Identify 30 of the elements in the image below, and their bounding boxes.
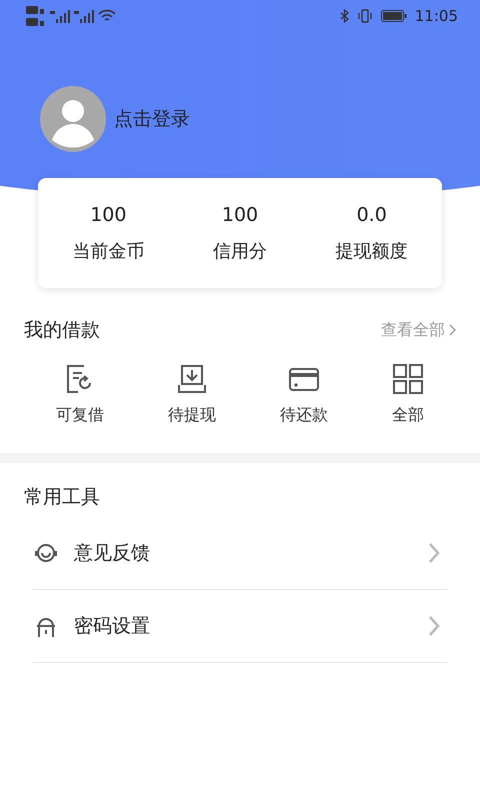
headset-icon — [34, 541, 58, 565]
loan-category[interactable]: 全部 — [360, 362, 456, 446]
wifi-icon — [98, 9, 116, 23]
chevron-icon — [449, 324, 456, 336]
grid-icon — [392, 362, 424, 394]
vibrate-icon — [356, 9, 373, 23]
chevron-icon — [428, 542, 440, 564]
section-title: 我的借款 — [24, 318, 100, 343]
stat-label: 提现额度 — [336, 240, 408, 264]
section-title: 常用工具 — [24, 486, 100, 508]
chevron-icon — [428, 615, 440, 637]
stat-label: 当前金币 — [72, 240, 144, 264]
login-link[interactable]: 点击登录 — [114, 104, 190, 134]
loan-category[interactable]: 待还款 — [248, 362, 360, 446]
bluetooth-icon — [340, 9, 349, 23]
tool-row[interactable]: 密码设置 — [32, 590, 448, 663]
tool-row[interactable]: 意见反馈 — [32, 517, 448, 590]
stat-value: 100 — [90, 203, 126, 228]
avatar-icon[interactable] — [40, 86, 106, 152]
hd-icon — [26, 5, 46, 27]
stat-label: 信用分 — [213, 240, 267, 264]
download-tray-icon — [176, 362, 208, 394]
battery-icon — [380, 10, 407, 22]
signal-icon — [74, 9, 94, 23]
loan-category[interactable]: 待提现 — [136, 362, 248, 446]
signal-icon — [50, 9, 70, 23]
stat-value: 0.0 — [356, 203, 387, 228]
status-time: 11:05 — [414, 6, 458, 27]
stat-value: 100 — [222, 203, 258, 228]
loan-category[interactable]: 可复借 — [24, 362, 136, 446]
